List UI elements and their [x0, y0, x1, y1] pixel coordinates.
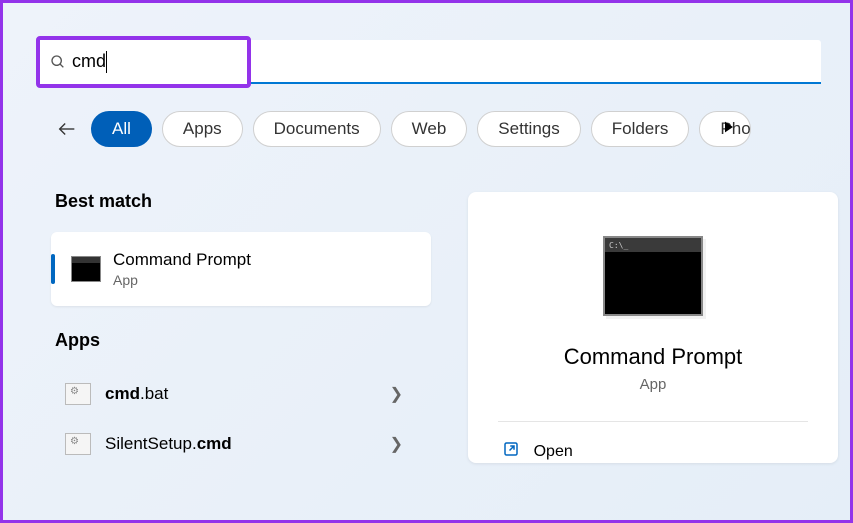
apps-header: Apps: [55, 330, 421, 351]
search-input[interactable]: cmd: [72, 51, 212, 74]
result-title: Command Prompt: [113, 250, 251, 270]
filter-tab-documents[interactable]: Documents: [253, 111, 381, 147]
preview-subtitle: App: [640, 376, 667, 393]
scroll-right-icon[interactable]: [721, 119, 737, 140]
batch-file-icon: [65, 383, 91, 405]
filter-tab-settings[interactable]: Settings: [477, 111, 580, 147]
best-match-result[interactable]: Command Prompt App: [51, 232, 431, 306]
search-bar-extension[interactable]: [251, 40, 821, 84]
chevron-right-icon: ❯: [390, 434, 403, 454]
filter-tabs: AllAppsDocumentsWebSettingsFoldersPhotos: [53, 111, 751, 147]
open-action[interactable]: Open: [498, 422, 809, 463]
filter-tab-folders[interactable]: Folders: [591, 111, 690, 147]
command-prompt-large-icon: [603, 236, 703, 316]
preview-title: Command Prompt: [564, 344, 743, 370]
command-prompt-icon: [71, 256, 101, 282]
preview-pane: Command Prompt App Open: [468, 192, 838, 463]
search-bar: cmd: [36, 36, 821, 88]
app-result-cmd-bat[interactable]: cmd.bat ❯: [51, 369, 431, 419]
chevron-right-icon: ❯: [390, 384, 403, 404]
batch-file-icon: [65, 433, 91, 455]
app-result-label: cmd.bat: [105, 384, 168, 404]
results-panel: Best match Command Prompt App Apps cmd.b…: [51, 191, 421, 469]
open-external-icon: [502, 440, 520, 463]
search-icon: [50, 54, 66, 70]
search-box-highlighted[interactable]: cmd: [36, 36, 251, 88]
result-subtitle: App: [113, 272, 251, 288]
back-arrow-icon[interactable]: [53, 118, 81, 140]
filter-tab-apps[interactable]: Apps: [162, 111, 243, 147]
best-match-header: Best match: [55, 191, 421, 212]
app-result-label: SilentSetup.cmd: [105, 434, 232, 454]
filter-tab-web[interactable]: Web: [391, 111, 468, 147]
filter-tab-all[interactable]: All: [91, 111, 152, 147]
open-label: Open: [534, 443, 573, 461]
app-result-silentsetup[interactable]: SilentSetup.cmd ❯: [51, 419, 431, 469]
